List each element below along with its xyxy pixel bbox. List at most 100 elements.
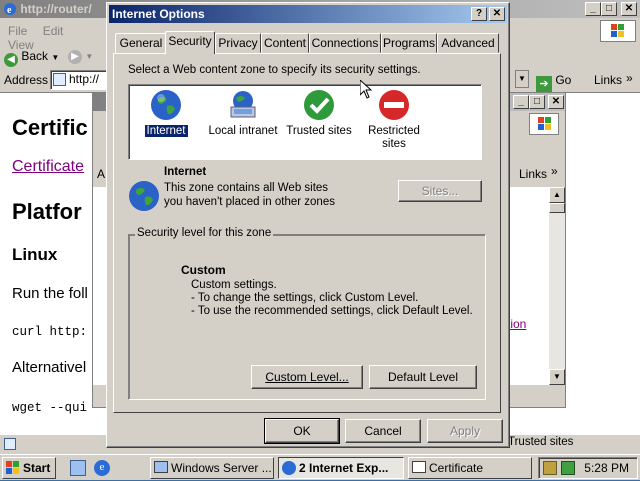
minimize-button[interactable]: _ (585, 2, 601, 16)
zone-internet[interactable]: Internet (135, 89, 197, 138)
zone-trusted-sites[interactable]: Trusted sites (281, 89, 357, 138)
security-level-line-2: - To change the settings, click Custom L… (191, 292, 419, 304)
scroll-thumb[interactable] (549, 203, 565, 213)
task-windows-server[interactable]: Windows Server ... (150, 457, 274, 479)
maximize-button[interactable]: □ (601, 2, 617, 16)
tab-security[interactable]: Security (165, 31, 215, 54)
ie-main-title: http://router/ (20, 2, 92, 16)
apply-button[interactable]: Apply (427, 419, 503, 443)
back-arrow-icon: ◀ (4, 53, 18, 67)
platform-heading: Platfor (12, 199, 82, 224)
zone-list[interactable]: Internet Local intranet Trusted sites Re… (128, 84, 482, 160)
tab-programs[interactable]: Programs (381, 33, 437, 53)
help-button[interactable]: ? (471, 7, 487, 21)
taskbar: Start e Windows Server ... 2 Internet Ex… (0, 454, 640, 480)
ok-button[interactable]: OK (264, 418, 340, 444)
status-page-icon (4, 438, 16, 450)
task-ie-icon (282, 461, 296, 475)
links-label[interactable]: Links (594, 73, 622, 87)
tab-privacy[interactable]: Privacy (215, 33, 261, 53)
run-paragraph: Run the foll (12, 285, 88, 302)
system-tray: 5:28 PM (538, 457, 638, 479)
second-close-button[interactable]: ✕ (548, 95, 564, 109)
security-level-group-label: Security level for this zone (135, 227, 274, 239)
task-internet-explorer[interactable]: 2 Internet Exp... (278, 457, 404, 479)
address-input[interactable]: http:// (50, 70, 110, 90)
zone-local-intranet-label: Local intranet (208, 125, 278, 137)
links-chevron-icon[interactable]: » (626, 71, 633, 85)
security-level-group: Security level for this zone Custom Cust… (128, 227, 486, 400)
security-level-line-3: - To use the recommended settings, click… (191, 305, 473, 317)
tray-network-icon[interactable] (543, 461, 557, 475)
zone-local-intranet[interactable]: Local intranet (203, 89, 283, 138)
second-scrollbar[interactable]: ▲ ▼ (549, 187, 565, 385)
dialog-title: Internet Options (112, 7, 205, 21)
wget-code: wget --qui (12, 401, 88, 415)
cancel-button[interactable]: Cancel (345, 419, 421, 443)
dialog-titlebar[interactable]: Internet Options (109, 5, 507, 23)
curl-code: curl http: (12, 325, 88, 339)
scroll-down-button[interactable]: ▼ (549, 369, 565, 385)
menu-edit[interactable]: Edit (43, 24, 64, 38)
globe-icon (150, 89, 182, 121)
security-tab-panel: Select a Web content zone to specify its… (113, 53, 501, 413)
forward-arrow-icon: ▶ (68, 50, 82, 64)
second-links-label[interactable]: Links (519, 167, 547, 181)
selected-zone-name: Internet (164, 166, 207, 178)
trusted-sites-status: Trusted sites (508, 436, 574, 448)
security-level-name: Custom (181, 263, 226, 277)
internet-options-dialog: Internet Options ? ✕ General Security Pr… (106, 2, 510, 448)
clock: 5:28 PM (584, 461, 629, 475)
zone-trusted-sites-label: Trusted sites (286, 125, 352, 137)
back-button[interactable]: ◀ Back ▼ (4, 46, 74, 67)
address-dropdown-button[interactable]: ▼ (515, 70, 529, 88)
tab-advanced[interactable]: Advanced (437, 33, 499, 53)
default-level-button[interactable]: Default Level (369, 365, 477, 389)
tab-connections[interactable]: Connections (309, 33, 381, 53)
page-heading: Certific (12, 115, 88, 140)
quicklaunch-ie-icon[interactable]: e (94, 460, 110, 476)
second-windows-logo (529, 113, 559, 135)
certificate-link[interactable]: Certificate (12, 158, 84, 176)
windows-logo (600, 20, 636, 42)
task-certificate[interactable]: Certificate (408, 457, 532, 479)
tab-general[interactable]: General (115, 33, 167, 53)
ie-main-menubar: File Edit View (8, 24, 108, 52)
second-address-a: A (97, 167, 106, 181)
custom-level-button[interactable]: Custom Level... (251, 365, 363, 389)
go-button[interactable]: ➔ Go (536, 70, 586, 92)
second-minimize-button[interactable]: _ (513, 95, 529, 109)
second-links-chevron-icon[interactable]: » (551, 164, 558, 178)
window-icon (154, 461, 168, 473)
scroll-up-button[interactable]: ▲ (549, 187, 565, 203)
selected-zone-description: This zone contains all Web sites you hav… (164, 182, 335, 208)
security-level-line-1: Custom settings. (191, 279, 277, 291)
windows-flag-icon (6, 461, 20, 475)
page-icon (53, 73, 66, 86)
second-maximize-button[interactable]: □ (529, 95, 545, 109)
ie-icon: e (3, 2, 17, 16)
zone-internet-label: Internet (143, 124, 189, 138)
svg-text:e: e (7, 5, 12, 16)
checkmark-icon (303, 89, 335, 121)
quicklaunch-explorer-icon[interactable] (70, 460, 86, 476)
start-button[interactable]: Start (2, 457, 56, 479)
mouse-cursor-icon (359, 78, 373, 100)
selected-zone-icon (128, 180, 160, 212)
zone-restricted-sites-label: Restricted sites (368, 125, 420, 150)
zone-instruction: Select a Web content zone to specify its… (128, 64, 421, 76)
linux-heading: Linux (12, 245, 58, 264)
sites-button[interactable]: Sites... (398, 180, 482, 202)
address-label: Address (4, 73, 49, 87)
menu-file[interactable]: File (8, 24, 27, 38)
alternative-paragraph: Alternativel (12, 359, 87, 376)
tab-content[interactable]: Content (261, 33, 309, 53)
restricted-icon (378, 89, 410, 121)
tray-security-icon[interactable] (561, 461, 575, 475)
close-button[interactable]: ✕ (621, 2, 637, 16)
task-page-icon (412, 461, 426, 473)
intranet-icon (227, 89, 259, 121)
forward-button[interactable]: ▶ ▼ (68, 48, 98, 64)
dialog-close-button[interactable]: ✕ (489, 7, 505, 21)
go-arrow-icon: ➔ (536, 76, 552, 92)
